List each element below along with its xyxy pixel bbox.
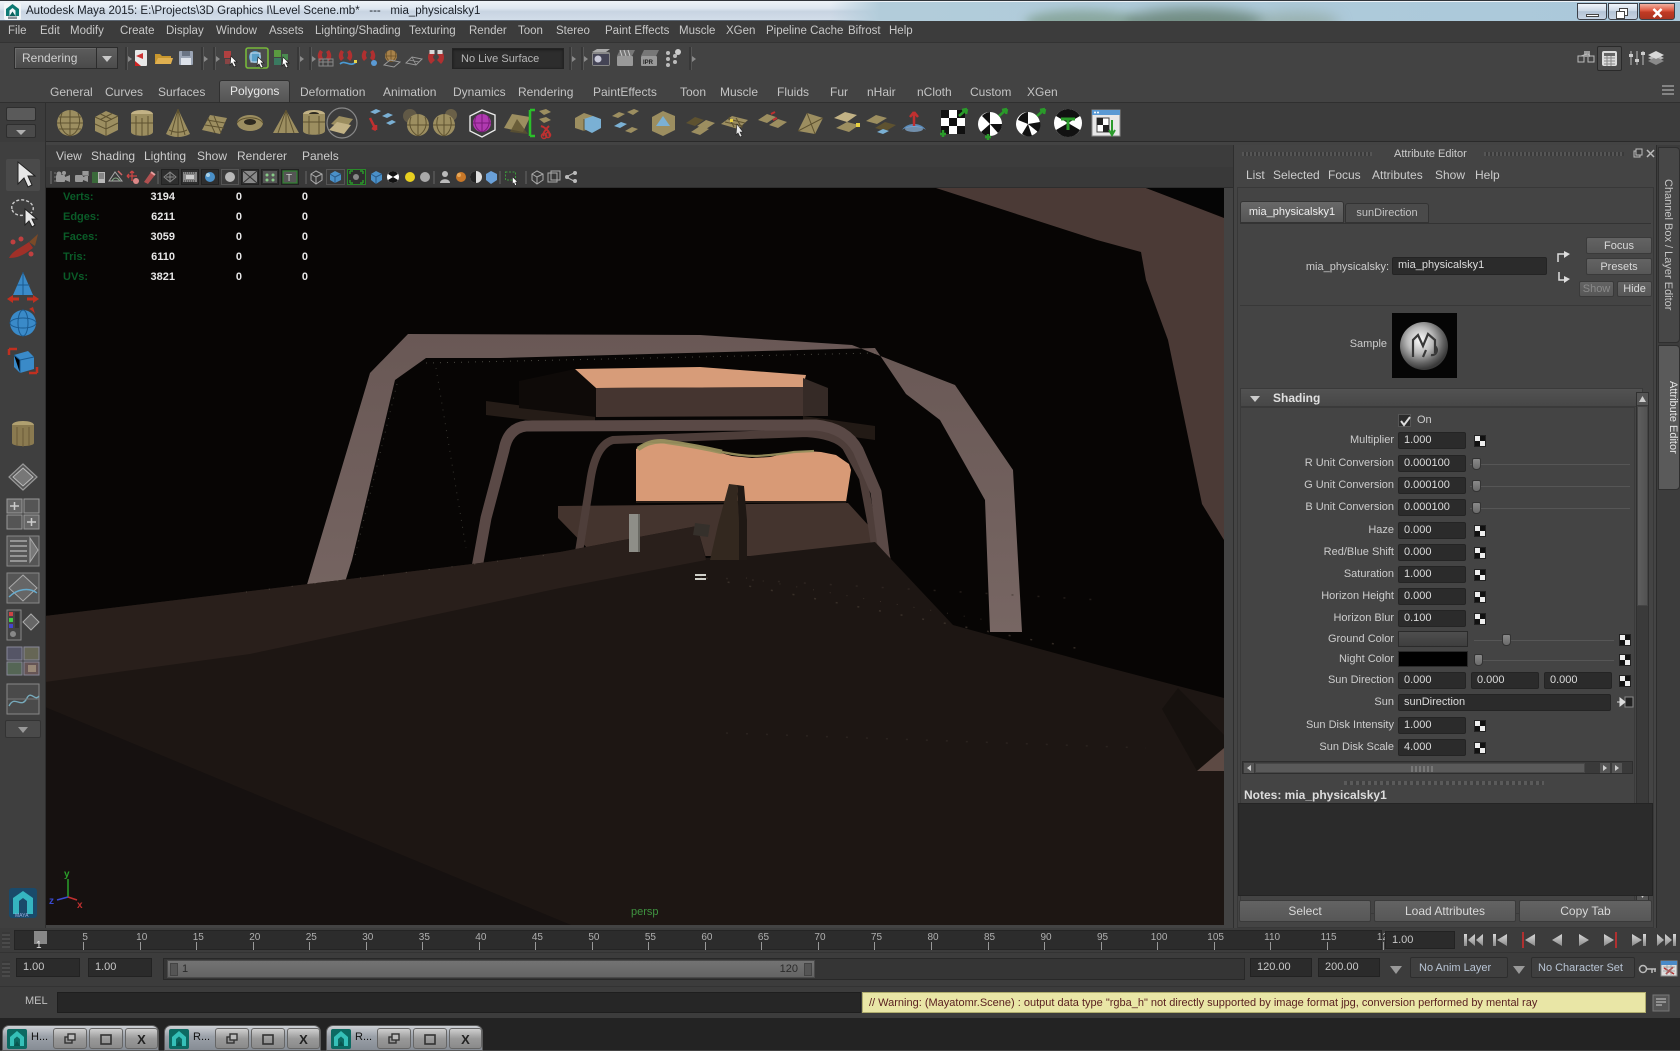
svg-text:0: 0: [302, 231, 308, 243]
svg-text:persp: persp: [631, 906, 659, 918]
svg-text:6211: 6211: [151, 211, 175, 223]
svg-text:6110: 6110: [151, 251, 175, 263]
svg-text:0: 0: [236, 211, 242, 223]
svg-text:y: y: [64, 869, 70, 880]
svg-text:IPR: IPR: [643, 60, 654, 66]
svg-text:0: 0: [302, 271, 308, 283]
svg-text:T: T: [286, 173, 292, 184]
svg-text:0: 0: [236, 251, 242, 263]
svg-text:UVs:: UVs:: [63, 271, 88, 283]
svg-text:Verts:: Verts:: [63, 191, 94, 203]
svg-text:3059: 3059: [151, 231, 175, 243]
svg-text:3194: 3194: [151, 191, 176, 203]
svg-text:Tris:: Tris:: [63, 251, 86, 263]
svg-text:0: 0: [236, 191, 242, 203]
svg-text:0: 0: [302, 251, 308, 263]
svg-text:0: 0: [302, 211, 308, 223]
svg-text:x: x: [77, 900, 83, 911]
svg-text:0: 0: [236, 231, 242, 243]
svg-text:0: 0: [236, 271, 242, 283]
svg-text:3821: 3821: [151, 271, 175, 283]
svg-text:0: 0: [302, 191, 308, 203]
svg-text:Faces:: Faces:: [63, 231, 98, 243]
svg-text:z: z: [49, 896, 54, 907]
svg-text:MAYA: MAYA: [15, 913, 29, 919]
svg-text:Edges:: Edges:: [63, 211, 100, 223]
